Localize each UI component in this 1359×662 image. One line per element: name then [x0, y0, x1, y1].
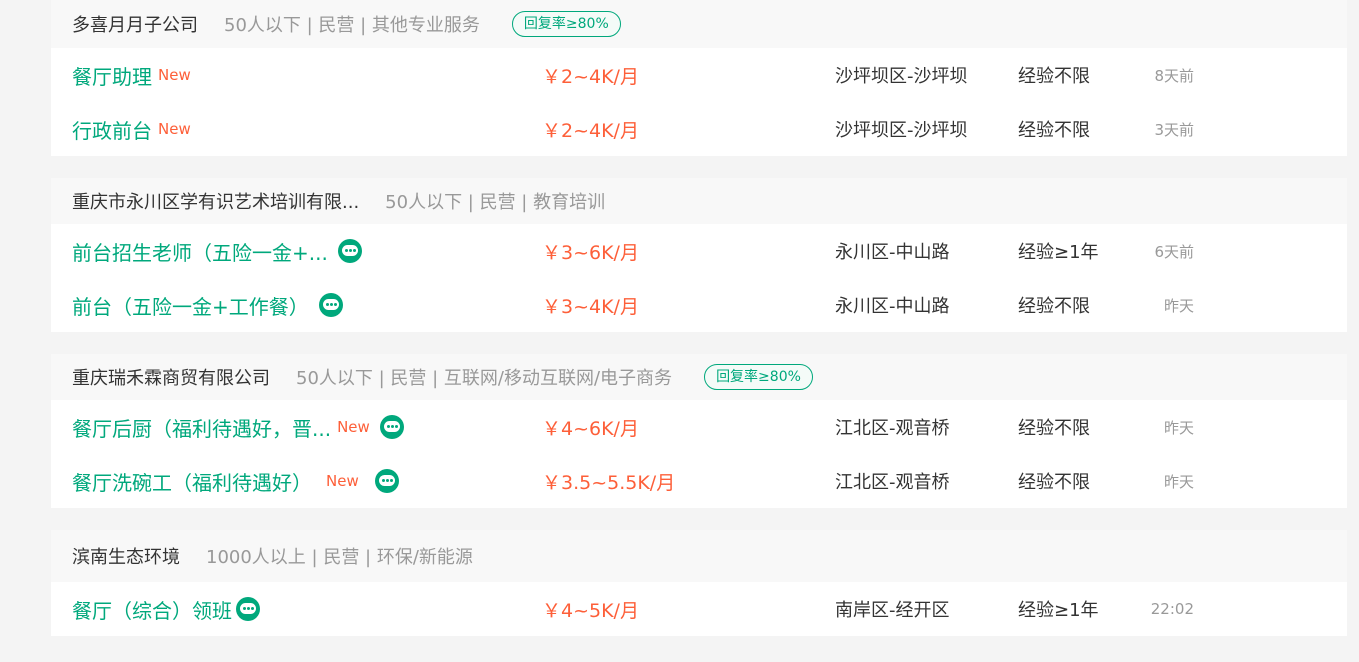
job-title[interactable]: 餐厅助理: [72, 61, 152, 90]
job-location: 永川区-中山路: [835, 242, 950, 263]
job-row[interactable]: 行政前台 New ￥2~4K/月 沙坪坝区-沙坪坝 经验不限 3天前: [51, 102, 1347, 156]
job-posted-time: 6天前: [1154, 242, 1194, 261]
job-title-link[interactable]: 餐厅助理 New: [72, 48, 191, 102]
new-tag: New: [158, 66, 191, 84]
job-list: 多喜月月子公司 50人以下 | 民营 | 其他专业服务 回复率≥80% 餐厅助理…: [51, 0, 1347, 658]
job-salary: ￥3~6K/月: [542, 241, 639, 264]
chat-bubble-icon[interactable]: [236, 597, 260, 621]
job-title-link[interactable]: 行政前台 New: [72, 102, 191, 156]
job-salary: ￥2~4K/月: [542, 119, 639, 142]
job-row[interactable]: 前台招生老师（五险一金+... ￥3~6K/月 永川区-中山路 经验≥1年 6天…: [51, 224, 1347, 278]
job-title[interactable]: 餐厅洗碗工（福利待遇好）: [72, 467, 312, 496]
job-row[interactable]: 前台（五险一金+工作餐） ￥3~4K/月 永川区-中山路 经验不限 昨天: [51, 278, 1347, 332]
job-row[interactable]: 餐厅助理 New ￥2~4K/月 沙坪坝区-沙坪坝 经验不限 8天前: [51, 48, 1347, 102]
job-title-link[interactable]: 餐厅后厨（福利待遇好，晋... New: [72, 400, 404, 454]
company-meta: 50人以下 | 民营 | 教育培训: [385, 192, 606, 213]
chat-bubble-icon[interactable]: [318, 293, 343, 317]
job-title-link[interactable]: 餐厅洗碗工（福利待遇好） New: [72, 454, 399, 508]
company-header: 重庆瑞禾霖商贸有限公司 50人以下 | 民营 | 互联网/移动互联网/电子商务 …: [51, 354, 1347, 400]
company-header: 滨南生态环境 1000人以上 | 民营 | 环保/新能源: [51, 530, 1347, 582]
company-name[interactable]: 重庆市永川区学有识艺术培训有限...: [72, 188, 359, 214]
chat-bubble-icon[interactable]: [379, 415, 404, 439]
job-salary: ￥4~6K/月: [542, 417, 639, 440]
job-salary: ￥4~5K/月: [542, 599, 639, 622]
company-card: 重庆瑞禾霖商贸有限公司 50人以下 | 民营 | 互联网/移动互联网/电子商务 …: [51, 354, 1347, 508]
job-location: 沙坪坝区-沙坪坝: [835, 120, 968, 141]
job-title[interactable]: 行政前台: [72, 115, 152, 144]
company-card: 多喜月月子公司 50人以下 | 民营 | 其他专业服务 回复率≥80% 餐厅助理…: [51, 0, 1347, 156]
new-tag: New: [326, 472, 359, 490]
job-title-link[interactable]: 餐厅（综合）领班: [72, 582, 260, 636]
job-salary: ￥3~4K/月: [542, 295, 639, 318]
job-posted-time: 22:02: [1150, 600, 1194, 618]
job-experience: 经验不限: [1018, 472, 1090, 493]
job-posted-time: 3天前: [1154, 120, 1194, 139]
company-header: 重庆市永川区学有识艺术培训有限... 50人以下 | 民营 | 教育培训: [51, 178, 1347, 224]
job-title[interactable]: 餐厅后厨（福利待遇好，晋...: [72, 413, 331, 442]
job-experience: 经验不限: [1018, 66, 1090, 87]
new-tag: New: [158, 120, 191, 138]
job-title-link[interactable]: 前台（五险一金+工作餐）: [72, 278, 343, 332]
chat-bubble-icon[interactable]: [337, 239, 362, 263]
job-experience: 经验≥1年: [1018, 600, 1099, 621]
company-meta: 50人以下 | 民营 | 互联网/移动互联网/电子商务: [296, 368, 673, 389]
job-location: 永川区-中山路: [835, 296, 950, 317]
job-experience: 经验不限: [1018, 120, 1090, 141]
job-row[interactable]: 餐厅后厨（福利待遇好，晋... New ￥4~6K/月 江北区-观音桥 经验不限…: [51, 400, 1347, 454]
job-posted-time: 昨天: [1163, 418, 1194, 437]
company-name[interactable]: 滨南生态环境: [72, 543, 180, 569]
job-salary: ￥3.5~5.5K/月: [542, 471, 676, 494]
job-row[interactable]: 餐厅洗碗工（福利待遇好） New ￥3.5~5.5K/月 江北区-观音桥 经验不…: [51, 454, 1347, 508]
job-title[interactable]: 餐厅（综合）领班: [72, 595, 232, 624]
job-title-link[interactable]: 前台招生老师（五险一金+...: [72, 224, 362, 278]
company-name[interactable]: 重庆瑞禾霖商贸有限公司: [72, 364, 270, 390]
company-name[interactable]: 多喜月月子公司: [72, 11, 198, 37]
job-salary: ￥2~4K/月: [542, 65, 639, 88]
job-experience: 经验不限: [1018, 296, 1090, 317]
job-experience: 经验≥1年: [1018, 242, 1099, 263]
job-location: 江北区-观音桥: [835, 418, 950, 439]
job-posted-time: 昨天: [1163, 296, 1194, 315]
new-tag: New: [337, 418, 370, 436]
company-meta: 50人以下 | 民营 | 其他专业服务: [224, 15, 480, 36]
job-posted-time: 昨天: [1163, 472, 1194, 491]
company-card: 滨南生态环境 1000人以上 | 民营 | 环保/新能源 餐厅（综合）领班 ￥4…: [51, 530, 1347, 636]
reply-rate-badge: 回复率≥80%: [704, 364, 813, 390]
job-location: 沙坪坝区-沙坪坝: [835, 66, 968, 87]
job-experience: 经验不限: [1018, 418, 1090, 439]
job-title[interactable]: 前台（五险一金+工作餐）: [72, 291, 309, 320]
company-meta: 1000人以上 | 民营 | 环保/新能源: [206, 547, 473, 568]
company-card: 重庆市永川区学有识艺术培训有限... 50人以下 | 民营 | 教育培训 前台招…: [51, 178, 1347, 332]
job-title[interactable]: 前台招生老师（五险一金+...: [72, 237, 328, 266]
job-row[interactable]: 餐厅（综合）领班 ￥4~5K/月 南岸区-经开区 经验≥1年 22:02: [51, 582, 1347, 636]
chat-bubble-icon[interactable]: [374, 469, 399, 493]
reply-rate-badge: 回复率≥80%: [511, 11, 621, 37]
job-location: 江北区-观音桥: [835, 472, 950, 493]
job-posted-time: 8天前: [1154, 66, 1194, 85]
job-location: 南岸区-经开区: [835, 600, 950, 621]
company-header: 多喜月月子公司 50人以下 | 民营 | 其他专业服务 回复率≥80%: [51, 0, 1347, 48]
